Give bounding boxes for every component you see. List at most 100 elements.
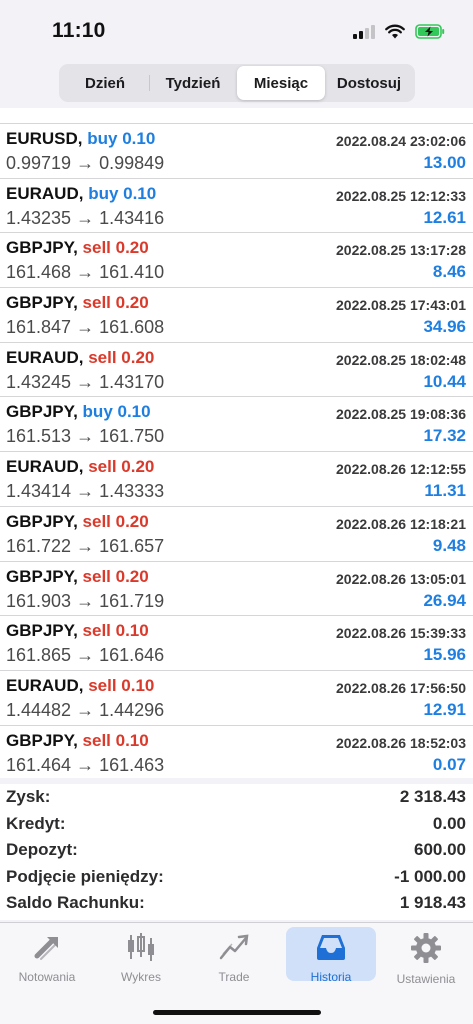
trade-row[interactable]: EURUSD, buy 0.10 2022.08.24 23:02:06 0.997… <box>0 124 473 179</box>
summary-label: Depozyt: <box>6 840 78 860</box>
trade-profit: 26.94 <box>423 590 466 610</box>
trade-prices: 161.468 → 161.410 <box>6 262 165 283</box>
trade-side-volume: sell 0.10 <box>82 621 149 641</box>
trade-symbol-line: EURAUD, sell 0.20 <box>6 457 154 477</box>
trade-row[interactable]: GBPJPY, sell 0.10 2022.08.26 15:39:33 161.… <box>0 616 473 671</box>
summary-label: Kredyt: <box>6 813 66 833</box>
trade-symbol: GBPJPY, <box>6 402 78 422</box>
trade-symbol-line: GBPJPY, sell 0.20 <box>6 293 149 313</box>
trade-row[interactable]: EURAUD, sell 0.20 2022.08.26 12:12:55 1.43… <box>0 452 473 507</box>
trade-symbol: GBPJPY, <box>6 730 78 750</box>
trade-prices: 161.513 → 161.750 <box>6 426 165 447</box>
battery-charging-icon <box>415 23 445 39</box>
trade-prices: 161.903 → 161.719 <box>6 590 165 611</box>
tab-label: Historia <box>310 970 352 984</box>
trade-profit: 0.07 <box>432 754 466 774</box>
trade-symbol-line: EURUSD, buy 0.10 <box>6 129 155 149</box>
trade-prices: 0.99719 → 0.99849 <box>6 153 165 173</box>
trade-close-time: 2022.08.25 13:17:28 <box>336 242 466 259</box>
tab-label: Wykres <box>121 970 161 984</box>
trade-row[interactable]: GBPJPY, sell 0.20 2022.08.25 17:43:01 161.… <box>0 288 473 343</box>
trade-prices: 1.44482 → 1.44296 <box>6 699 165 720</box>
trade-close-time: 2022.08.26 13:05:01 <box>336 570 466 587</box>
trade-prices: 1.43245 → 1.43170 <box>6 371 165 392</box>
trade-symbol: EURUSD, <box>6 129 83 148</box>
trade-side-volume: sell 0.10 <box>82 730 149 750</box>
trade-row[interactable]: EURAUD, sell 0.20 2022.08.25 18:02:48 1.43… <box>0 343 473 398</box>
cellular-signal-icon <box>353 23 375 39</box>
partially-scrolled-row <box>0 108 473 124</box>
tab-label: Trade <box>218 970 250 984</box>
trade-close-time: 2022.08.24 23:02:06 <box>336 133 466 149</box>
account-summary: Zysk: 2 318.43 Kredyt: 0.00 Depozyt: 600.00 Po… <box>0 784 473 920</box>
period-tab-1[interactable]: Tydzień <box>149 66 237 100</box>
tab-quotes[interactable]: Notowania <box>2 927 92 984</box>
period-tab-3[interactable]: Dostosuj <box>325 66 413 100</box>
period-tab-2[interactable]: Miesiąc <box>237 66 325 100</box>
trade-symbol-line: GBPJPY, buy 0.10 <box>6 402 151 422</box>
trade-symbol: EURAUD, <box>6 457 84 477</box>
trade-close-time: 2022.08.26 12:18:21 <box>336 515 466 532</box>
trade-close-time: 2022.08.25 18:02:48 <box>336 351 466 368</box>
tab-history-inbox[interactable]: Historia <box>286 927 376 984</box>
trade-symbol: GBPJPY, <box>6 621 78 641</box>
trade-close-time: 2022.08.26 18:52:03 <box>336 734 466 751</box>
period-selector-bar: Dzień Tydzień Miesiąc Dostosuj <box>0 56 473 108</box>
history-inbox-icon <box>314 927 348 967</box>
bottom-tab-bar: Notowania Wykres Trade Historia Ustawienia <box>0 922 473 1024</box>
trade-history-list[interactable]: EURUSD, buy 0.10 2022.08.24 23:02:06 0.997… <box>0 108 473 778</box>
trade-profit: 11.31 <box>424 481 466 501</box>
trade-row[interactable]: GBPJPY, buy 0.10 2022.08.25 19:08:36 161.5… <box>0 397 473 453</box>
trade-symbol-line: GBPJPY, sell 0.20 <box>6 512 149 532</box>
summary-row: Kredyt: 0.00 <box>0 811 473 838</box>
trade-prices: 1.43235 → 1.43416 <box>6 207 165 228</box>
tab-gear[interactable]: Ustawienia <box>381 927 471 986</box>
tab-candlestick[interactable]: Wykres <box>96 927 186 984</box>
wifi-icon <box>385 24 405 38</box>
tab-label: Ustawienia <box>396 972 456 986</box>
gear-icon <box>410 927 442 969</box>
summary-value: -1 000.00 <box>394 866 466 886</box>
trade-profit: 34.96 <box>423 317 466 337</box>
trade-symbol-line: GBPJPY, sell 0.20 <box>6 567 149 587</box>
trade-close-time: 2022.08.25 12:12:33 <box>336 187 466 204</box>
trade-symbol-line: EURAUD, sell 0.20 <box>6 348 154 368</box>
home-indicator <box>153 1010 321 1015</box>
trade-row[interactable]: GBPJPY, sell 0.20 2022.08.25 13:17:28 161.… <box>0 233 473 289</box>
trade-row[interactable]: EURAUD, sell 0.10 2022.08.26 17:56:50 1.44… <box>0 671 473 726</box>
trade-profit: 9.48 <box>432 535 466 555</box>
trade-profit: 10.44 <box>423 371 466 391</box>
trade-profit: 8.46 <box>432 262 466 282</box>
trade-prices: 161.722 → 161.657 <box>6 535 165 556</box>
status-time: 11:10 <box>52 19 106 42</box>
trade-profit: 13.00 <box>423 153 466 172</box>
summary-value: 0.00 <box>432 813 466 833</box>
quotes-icon <box>31 927 63 967</box>
trade-symbol: EURAUD, <box>6 183 84 203</box>
trade-side-volume: sell 0.20 <box>88 457 155 477</box>
period-tab-0[interactable]: Dzień <box>61 66 149 100</box>
summary-label: Saldo Rachunku: <box>6 893 145 913</box>
trade-symbol-line: GBPJPY, sell 0.20 <box>6 238 149 258</box>
trade-profit: 17.32 <box>423 426 466 446</box>
summary-row: Saldo Rachunku: 1 918.43 <box>0 890 473 917</box>
trade-side-volume: buy 0.10 <box>87 129 156 148</box>
tab-trade[interactable]: Trade <box>189 927 279 984</box>
trade-prices: 161.464 → 161.463 <box>6 754 165 775</box>
summary-label: Zysk: <box>6 787 51 807</box>
trade-symbol: GBPJPY, <box>6 293 78 313</box>
trade-row[interactable]: GBPJPY, sell 0.10 2022.08.26 18:52:03 161.… <box>0 726 473 778</box>
trade-symbol-line: GBPJPY, sell 0.10 <box>6 621 149 641</box>
trade-side-volume: sell 0.10 <box>88 675 155 695</box>
summary-row: Zysk: 2 318.43 <box>0 784 473 811</box>
trade-symbol: EURAUD, <box>6 675 84 695</box>
trade-row[interactable]: EURAUD, buy 0.10 2022.08.25 12:12:33 1.432… <box>0 179 473 234</box>
trade-symbol-line: EURAUD, buy 0.10 <box>6 184 156 204</box>
trade-side-volume: sell 0.20 <box>82 511 149 531</box>
period-segmented-control: Dzień Tydzień Miesiąc Dostosuj <box>59 64 415 102</box>
trade-profit: 15.96 <box>423 645 466 665</box>
summary-value: 1 918.43 <box>399 893 466 913</box>
trade-row[interactable]: GBPJPY, sell 0.20 2022.08.26 13:05:01 161.… <box>0 562 473 617</box>
trade-row[interactable]: GBPJPY, sell 0.20 2022.08.26 12:18:21 161.… <box>0 507 473 562</box>
status-bar: 11:10 <box>0 0 473 56</box>
